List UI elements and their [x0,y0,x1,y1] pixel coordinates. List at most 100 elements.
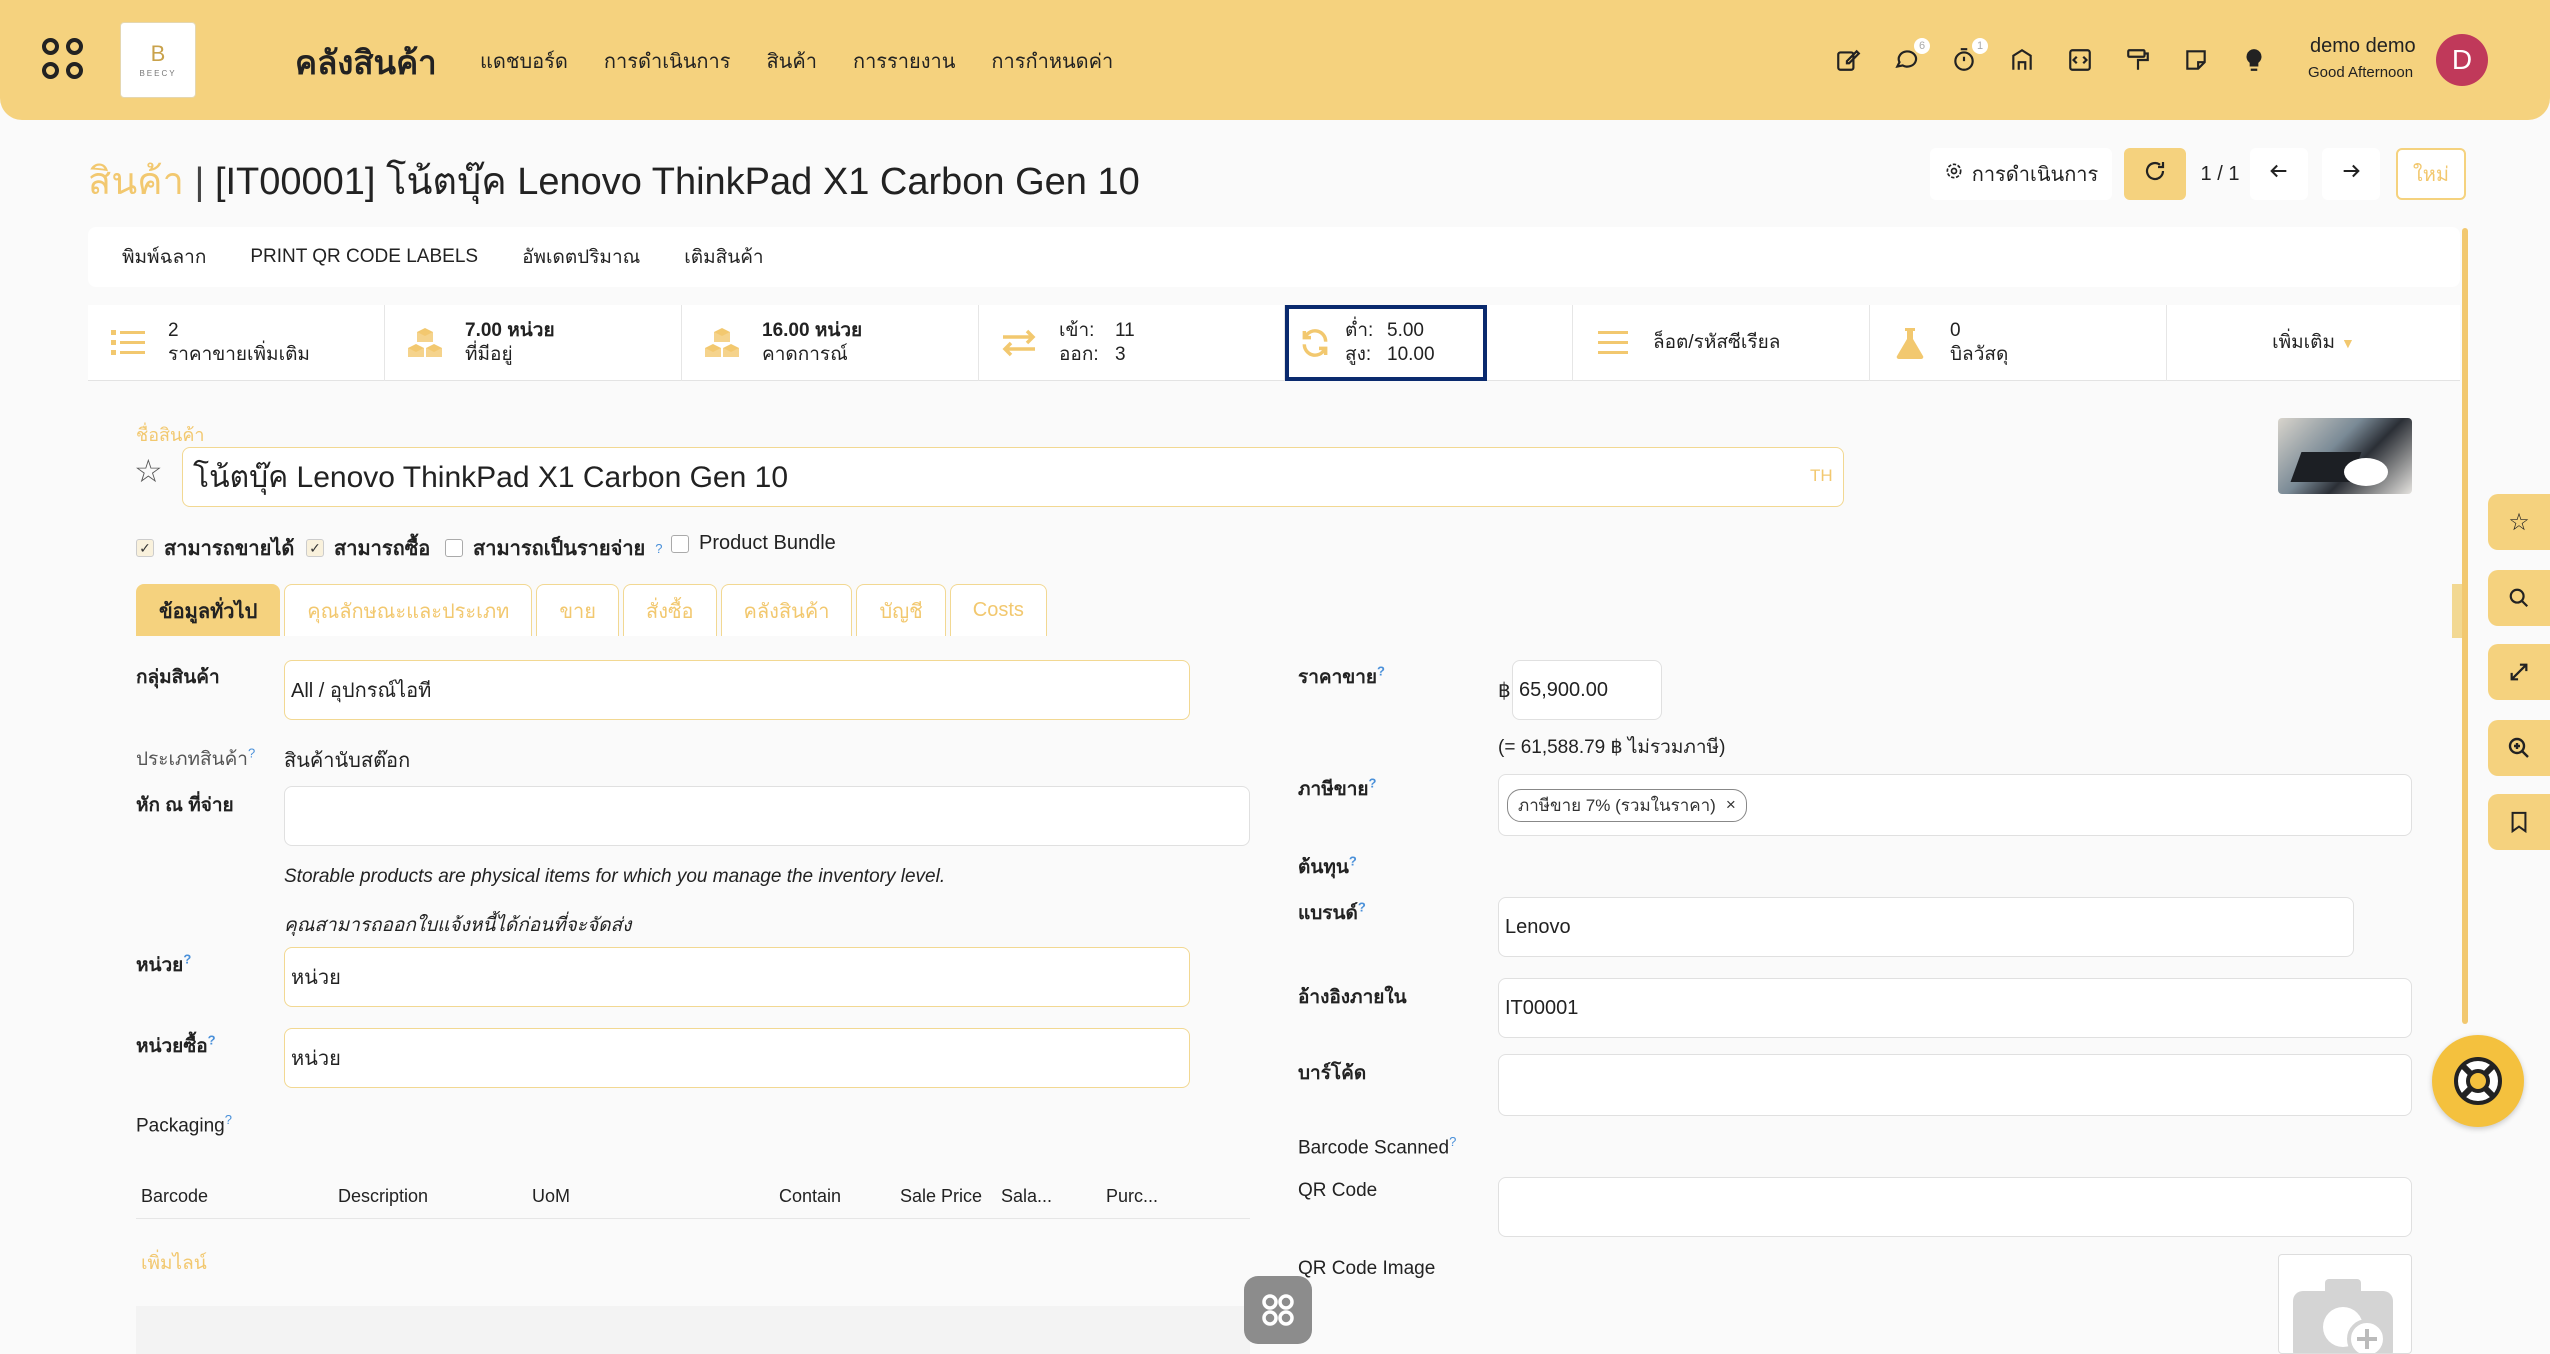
lots-serial-stat[interactable]: ล็อต/รหัสซีเรียล [1573,305,1870,381]
help-icon[interactable]: ? [1449,1134,1456,1149]
star-side-icon[interactable]: ☆ [2488,494,2550,550]
apps-menu-icon[interactable] [42,38,86,82]
can-be-expensed-label: สามารถเป็นรายจ่าย [473,538,646,560]
packaging-col-purchase[interactable]: Purc... [1106,1186,1158,1207]
extra-prices-stat[interactable]: 2 ราคาขายเพิ่มเติม [88,305,385,381]
menu-products[interactable]: สินค้า [766,45,817,77]
lightbulb-icon[interactable] [2238,44,2270,76]
help-icon[interactable]: ? [655,541,662,556]
tab-accounting[interactable]: บัญชี [856,584,946,636]
support-chat-button[interactable] [2432,1035,2524,1127]
purchase-uom-field[interactable]: หน่วย [284,1028,1190,1088]
company-logo[interactable]: B BEECY [120,22,196,98]
actions-button[interactable]: การดำเนินการ [1930,148,2112,200]
can-be-sold-checkbox[interactable]: ✓ สามารถขายได้ [136,532,294,564]
tax-tag[interactable]: ภาษีขาย 7% (รวมในราคา) × [1507,788,1747,822]
product-type-label: ประเภทสินค้า? [136,744,255,774]
packaging-col-sales[interactable]: Sala... [1001,1186,1052,1207]
avatar[interactable]: D [2436,34,2488,86]
can-be-purchased-label: สามารถซื้อ [334,538,431,560]
can-be-expensed-checkbox[interactable]: สามารถเป็นรายจ่าย? [445,532,663,564]
new-button[interactable]: ใหม่ [2396,148,2466,200]
tab-general-info[interactable]: ข้อมูลทั่วไป [136,584,281,636]
packaging-col-contain[interactable]: Contain [779,1186,841,1207]
tab-purchase[interactable]: สั่งซื้อ [622,584,717,636]
code-icon[interactable] [2064,44,2096,76]
timer-icon[interactable]: 1 [1948,38,1988,76]
bom-stat[interactable]: 0 บิลวัสดุ [1870,305,2167,381]
sale-price-field[interactable]: 65,900.00 [1512,660,1662,720]
scroll-position-marker [2452,584,2462,638]
category-field[interactable]: All / อุปกรณ์ไอที [284,660,1190,720]
breadcrumb: สินค้า | [IT00001] โน้ตบุ๊ค Lenovo Think… [88,150,1140,211]
help-icon[interactable]: ? [1377,664,1385,679]
brand-field[interactable]: Lenovo [1498,897,2354,957]
product-name-input[interactable]: โน้ตบุ๊ค Lenovo ThinkPad X1 Carbon Gen 1… [182,447,1844,507]
language-tag[interactable]: TH [1810,466,1833,486]
tab-costs[interactable]: Costs [949,584,1047,636]
help-icon[interactable]: ? [1349,854,1357,869]
barcode-label: บาร์โค้ด [1298,1063,1367,1084]
qr-image-upload[interactable] [2278,1254,2412,1354]
help-icon[interactable]: ? [208,1033,216,1048]
menu-operations[interactable]: การดำเนินการ [604,45,731,77]
help-icon[interactable]: ? [1358,900,1366,915]
menu-dashboard[interactable]: แดชบอร์ด [480,45,568,77]
edit-note-icon[interactable] [1832,44,1864,76]
stat-spacer [1487,305,1573,381]
user-name[interactable]: demo demo [2310,35,2416,58]
packaging-col-uom[interactable]: UoM [532,1186,570,1207]
paint-roller-icon[interactable] [2122,44,2154,76]
packaging-col-sale-price[interactable]: Sale Price [900,1186,982,1207]
bookmark-side-icon[interactable] [2488,794,2550,850]
help-icon[interactable]: ? [225,1112,232,1127]
pager-next-button[interactable] [2322,148,2380,200]
help-icon[interactable]: ? [183,952,191,967]
breadcrumb-parent[interactable]: สินค้า [88,161,184,203]
app-title[interactable]: คลังสินค้า [295,36,437,89]
tab-attributes-variants[interactable]: คุณลักษณะและประเภท [284,584,533,636]
in-out-stat[interactable]: เข้า: 11 ออก: 3 [979,305,1285,381]
help-icon[interactable]: ? [1369,776,1377,791]
sales-tax-field[interactable]: ภาษีขาย 7% (รวมในราคา) × [1498,774,2412,836]
search-side-icon[interactable] [2488,570,2550,626]
product-image[interactable] [2278,418,2412,494]
uom-field[interactable]: หน่วย [284,947,1190,1007]
favorite-star-icon[interactable]: ☆ [134,452,163,490]
sticky-note-icon[interactable] [2180,44,2212,76]
forecast-stat[interactable]: 16.00 หน่วย คาดการณ์ [682,305,979,381]
menu-reporting[interactable]: การรายงาน [853,45,955,77]
close-icon[interactable]: × [1726,795,1736,815]
page-scrollbar[interactable] [2462,228,2468,1024]
chat-icon[interactable]: 6 [1890,38,1930,76]
building-icon[interactable] [2006,44,2038,76]
zoom-side-icon[interactable] [2488,720,2550,776]
packaging-col-barcode[interactable]: Barcode [141,1186,208,1207]
withholding-tax-field[interactable] [284,786,1250,846]
barcode-field[interactable] [1498,1054,2412,1116]
expand-side-icon[interactable] [2488,644,2550,700]
more-stat-button[interactable]: เพิ่มเติม ▼ [2167,305,2460,381]
floating-apps-button[interactable] [1244,1276,1312,1344]
tab-inventory[interactable]: คลังสินค้า [720,584,853,636]
min-max-stat[interactable]: ต่ำ: 5.00 สูง: 10.00 [1285,305,1487,381]
print-labels-button[interactable]: พิมพ์ฉลาก [122,242,206,272]
qr-code-field[interactable] [1498,1177,2412,1237]
on-hand-stat[interactable]: 7.00 หน่วย ที่มีอยู่ [385,305,682,381]
refresh-button[interactable] [2124,148,2186,200]
help-icon[interactable]: ? [248,746,255,761]
tab-sales[interactable]: ขาย [536,584,619,636]
can-be-purchased-checkbox[interactable]: ✓ สามารถซื้อ [306,532,430,564]
pager-previous-button[interactable] [2250,148,2308,200]
update-quantity-button[interactable]: อัพเดตปริมาณ [522,242,640,272]
add-line-link[interactable]: เพิ่มไลน์ [141,1248,207,1278]
replenish-button[interactable]: เติมสินค้า [684,242,763,272]
internal-reference-field[interactable]: IT00001 [1498,978,2412,1038]
product-type-value[interactable]: สินค้านับสต๊อก [284,744,410,776]
product-bundle-checkbox[interactable]: Product Bundle [671,532,836,555]
print-qr-labels-button[interactable]: PRINT QR CODE LABELS [250,246,478,268]
pager-value[interactable]: 1 / 1 [2192,148,2248,200]
smart-buttons: 2 ราคาขายเพิ่มเติม 7.00 หน่วย ที่มีอยู่ 16… [88,305,2460,381]
packaging-col-description[interactable]: Description [338,1186,428,1207]
menu-configuration[interactable]: การกำหนดค่า [991,45,1113,77]
